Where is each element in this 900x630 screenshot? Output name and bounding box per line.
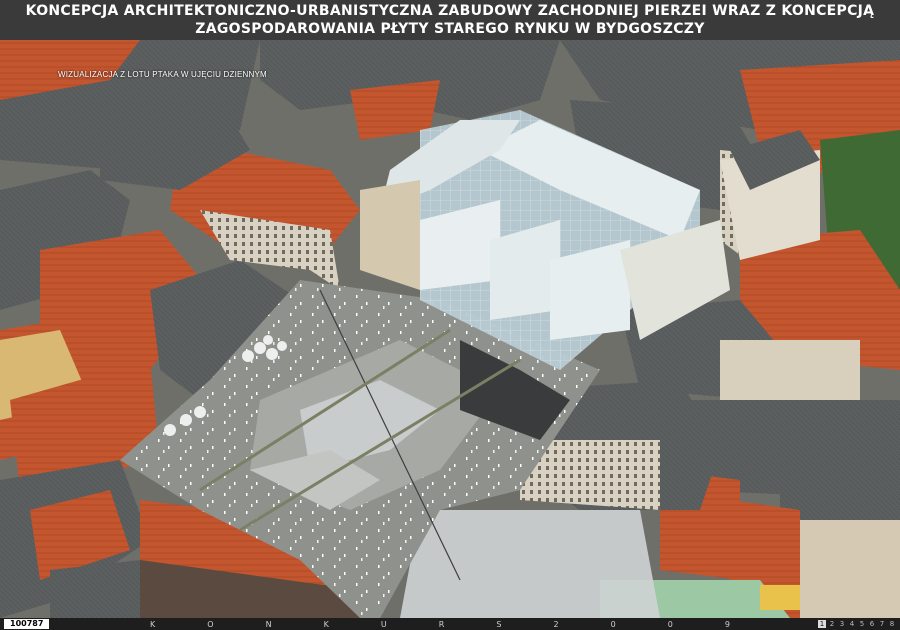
konkurs-letter: 9 <box>724 619 730 629</box>
konkurs-letter: K <box>150 619 156 629</box>
entry-code: 100787 <box>4 619 50 629</box>
board-number: 7 <box>879 620 885 628</box>
board-number: 3 <box>839 620 845 628</box>
konkurs-letter: 0 <box>610 619 616 629</box>
poster-footer: 100787 K O N K U R S 2 0 0 9 1 2 3 4 5 6… <box>0 618 900 630</box>
konkurs-letter: U <box>380 619 387 629</box>
konkurs-letter: O <box>207 619 214 629</box>
board-number: 5 <box>859 620 865 628</box>
board-number: 8 <box>889 620 895 628</box>
konkurs-letter: K <box>323 619 329 629</box>
konkurs-label: K O N K U R S 2 0 0 9 <box>150 618 730 630</box>
title-line-2: ZAGOSPODAROWANIA PŁYTY STAREGO RYNKU W B… <box>195 21 705 37</box>
board-number-current: 1 <box>818 620 826 628</box>
board-number: 6 <box>869 620 875 628</box>
board-number: 4 <box>849 620 855 628</box>
konkurs-letter: N <box>265 619 272 629</box>
title-line-1: KONCEPCJA ARCHITEKTONICZNO-URBANISTYCZNA… <box>25 3 875 19</box>
konkurs-letter: S <box>496 619 502 629</box>
konkurs-letter: 0 <box>667 619 673 629</box>
board-number-strip: 1 2 3 4 5 6 7 8 <box>818 618 896 630</box>
poster-header: KONCEPCJA ARCHITEKTONICZNO-URBANISTYCZNA… <box>0 0 900 40</box>
poster: KONCEPCJA ARCHITEKTONICZNO-URBANISTYCZNA… <box>0 0 900 630</box>
konkurs-letter: R <box>438 619 445 629</box>
aerial-visualization <box>0 40 900 618</box>
visualization-subtitle: WIZUALIZACJA Z LOTU PTAKA W UJĘCIU DZIEN… <box>58 70 267 79</box>
board-number: 2 <box>829 620 835 628</box>
konkurs-letter: 2 <box>553 619 559 629</box>
